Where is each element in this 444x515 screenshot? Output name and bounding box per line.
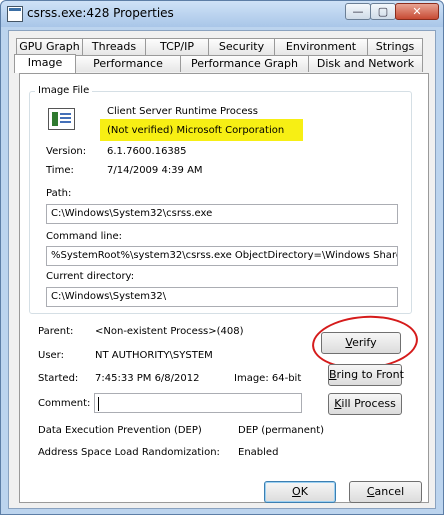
company-name: (Not verified) Microsoft Corporation xyxy=(107,125,285,136)
current-directory-field[interactable]: C:\Windows\System32\ xyxy=(46,287,398,307)
executable-icon xyxy=(48,108,75,130)
comment-label: Comment: xyxy=(38,398,91,409)
tab-threads[interactable]: Threads xyxy=(82,38,146,55)
command-line-field[interactable]: %SystemRoot%\system32\csrss.exe ObjectDi… xyxy=(46,246,398,266)
current-directory-label: Current directory: xyxy=(46,271,135,282)
ok-mnemonic: O xyxy=(292,485,301,498)
path-field[interactable]: C:\Windows\System32\csrss.exe xyxy=(46,204,398,224)
ok-label: K xyxy=(300,485,308,498)
bring-to-front-label: ring to Front xyxy=(336,368,404,381)
maximize-button[interactable]: ▢ xyxy=(370,3,396,20)
comment-input[interactable] xyxy=(94,393,302,413)
cancel-label: ancel xyxy=(374,485,405,498)
ok-button[interactable]: OK xyxy=(264,481,336,503)
aslr-label: Address Space Load Randomization: xyxy=(38,447,220,458)
window-app-icon xyxy=(7,6,23,22)
close-button[interactable]: ✕ xyxy=(395,3,439,20)
tab-security[interactable]: Security xyxy=(208,38,275,55)
user-label: User: xyxy=(38,350,64,361)
tab-tcpip[interactable]: TCP/IP xyxy=(145,38,209,55)
bring-to-front-mnemonic: B xyxy=(329,368,337,381)
kill-process-label: ill Process xyxy=(341,397,396,410)
dep-value: DEP (permanent) xyxy=(238,425,325,436)
parent-value: <Non-existent Process>(408) xyxy=(95,326,244,337)
started-value: 7:45:33 PM 6/8/2012 xyxy=(95,373,200,384)
tab-performance[interactable]: Performance xyxy=(75,55,181,72)
cancel-mnemonic: C xyxy=(366,485,375,498)
properties-window: csrss.exe:428 Properties — ▢ ✕ GPU Graph… xyxy=(0,0,444,515)
tab-image[interactable]: Image xyxy=(14,54,76,73)
aslr-value: Enabled xyxy=(238,447,279,458)
tab-environment[interactable]: Environment xyxy=(274,38,368,55)
minimize-button[interactable]: — xyxy=(345,3,371,20)
image-bitness: Image: 64-bit xyxy=(234,373,302,384)
time-value: 7/14/2009 4:39 AM xyxy=(107,165,203,176)
window-title: csrss.exe:428 Properties xyxy=(27,6,174,20)
tab-performance-graph[interactable]: Performance Graph xyxy=(180,55,309,72)
version-label: Version: xyxy=(46,146,87,157)
file-description: Client Server Runtime Process xyxy=(107,106,258,117)
version-value: 6.1.7600.16385 xyxy=(107,146,187,157)
tab-strings[interactable]: Strings xyxy=(367,38,423,55)
path-label: Path: xyxy=(46,188,72,199)
started-label: Started: xyxy=(38,373,79,384)
parent-label: Parent: xyxy=(38,326,74,337)
command-line-label: Command line: xyxy=(46,231,122,242)
tab-gpu-graph[interactable]: GPU Graph xyxy=(16,38,83,55)
kill-process-button[interactable]: Kill Process xyxy=(328,393,402,415)
time-label: Time: xyxy=(46,165,74,176)
dep-label: Data Execution Prevention (DEP) xyxy=(38,425,202,436)
title-bar[interactable]: csrss.exe:428 Properties — ▢ ✕ xyxy=(1,1,443,27)
cancel-button[interactable]: Cancel xyxy=(349,481,422,503)
image-file-group-title: Image File xyxy=(35,85,93,96)
bring-to-front-button[interactable]: Bring to Front xyxy=(328,364,404,386)
text-caret xyxy=(98,397,99,411)
tab-disk-and-network[interactable]: Disk and Network xyxy=(308,55,423,72)
user-value: NT AUTHORITY\SYSTEM xyxy=(95,350,213,361)
